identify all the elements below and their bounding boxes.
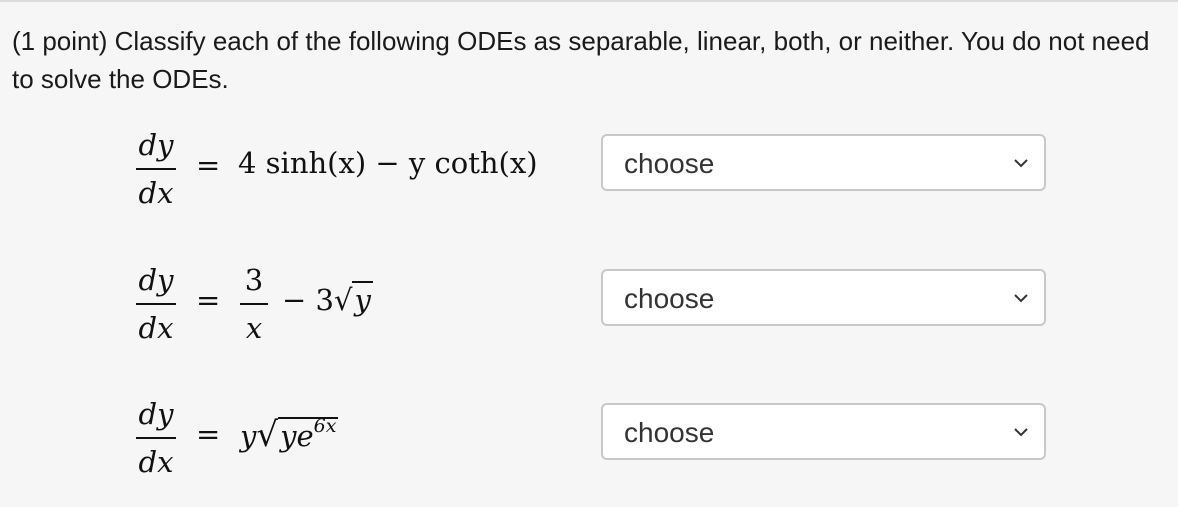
chevron-down-icon bbox=[1014, 294, 1028, 303]
derivative-denominator: dx bbox=[138, 176, 174, 210]
equals-sign: = bbox=[196, 283, 221, 317]
derivative-numerator: dy bbox=[138, 263, 174, 297]
derivative-numerator: dy bbox=[138, 397, 174, 431]
equation-row-2: dy dx = 3 x − 3√y choose bbox=[0, 263, 1178, 373]
derivative-denominator: dx bbox=[138, 445, 174, 479]
chevron-down-icon bbox=[1014, 159, 1028, 168]
dropdown-value: choose bbox=[624, 148, 715, 179]
fraction-bar bbox=[136, 303, 176, 305]
derivative-denominator: dx bbox=[138, 311, 174, 345]
equation-rhs: y√ye6x bbox=[240, 415, 339, 455]
derivative-fraction: dy dx bbox=[136, 128, 176, 210]
sqrt-radicand: ye6x bbox=[278, 415, 339, 453]
derivative-fraction: dy dx bbox=[136, 263, 176, 345]
sqrt-radicand: y bbox=[352, 281, 373, 317]
dropdown-value: choose bbox=[624, 283, 715, 314]
fraction-bar bbox=[240, 303, 268, 305]
top-divider bbox=[0, 0, 1178, 2]
derivative-numerator: dy bbox=[138, 128, 174, 162]
equation-rhs-tail: − 3√y bbox=[282, 281, 373, 317]
minus-sign: − bbox=[282, 283, 307, 317]
square-root: √y bbox=[333, 281, 373, 317]
rhs-prefix: y bbox=[240, 419, 257, 453]
equals-sign: = bbox=[196, 148, 221, 182]
derivative-fraction: dy dx bbox=[136, 397, 176, 479]
equation-rhs: 4 sinh(x) − y coth(x) bbox=[238, 146, 538, 180]
rhs-fraction: 3 x bbox=[240, 263, 268, 345]
equation-row-1: dy dx = 4 sinh(x) − y coth(x) choose bbox=[0, 128, 1178, 238]
exponent: 6x bbox=[313, 415, 337, 437]
rhs-fraction-denominator: x bbox=[245, 311, 263, 345]
question-prompt: (1 point) Classify each of the following… bbox=[12, 26, 1150, 94]
fraction-bar bbox=[136, 437, 176, 439]
radicand-base: ye bbox=[280, 419, 314, 453]
equals-sign: = bbox=[196, 417, 221, 451]
classification-dropdown-1[interactable]: choose bbox=[601, 134, 1046, 191]
equation-row-3: dy dx = y√ye6x choose bbox=[0, 397, 1178, 507]
chevron-down-icon bbox=[1014, 428, 1028, 437]
rhs-fraction-numerator: 3 bbox=[244, 263, 264, 297]
square-root: √ye6x bbox=[256, 415, 339, 455]
classification-dropdown-2[interactable]: choose bbox=[601, 269, 1046, 326]
classification-dropdown-3[interactable]: choose bbox=[601, 403, 1046, 460]
fraction-bar bbox=[136, 168, 176, 170]
dropdown-value: choose bbox=[624, 417, 715, 448]
rhs-coefficient: 3 bbox=[315, 283, 334, 317]
